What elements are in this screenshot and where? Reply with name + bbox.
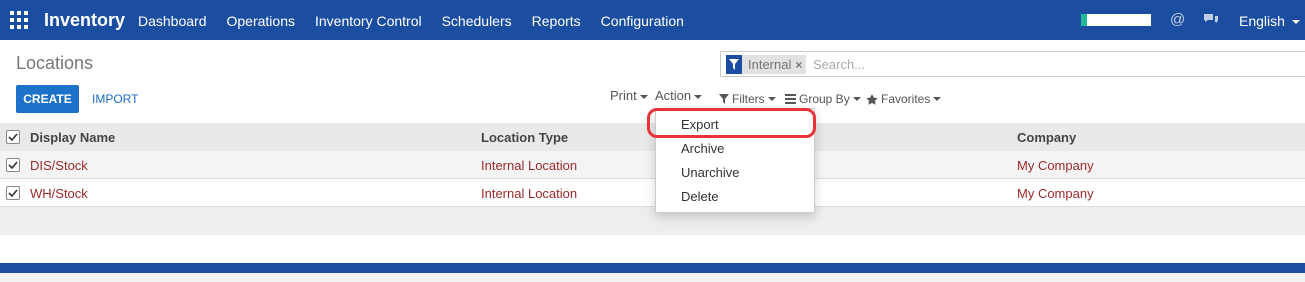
chevron-down-icon [639,94,648,99]
menu-item-delete[interactable]: Delete [681,189,719,204]
footer-strip [0,273,1305,282]
menu-item-operations[interactable]: Operations [227,13,295,29]
create-button[interactable]: CREATE [16,85,79,113]
facet-remove-icon[interactable]: × [795,58,806,72]
table-row[interactable]: DIS/Stock Internal Location My Company [0,151,1305,179]
filter-icon [719,94,729,104]
print-dropdown[interactable]: Print [610,88,648,103]
menu-item-archive[interactable]: Archive [681,141,724,156]
chevron-down-icon [852,97,861,101]
mention-icon[interactable]: @ [1170,11,1185,28]
groupby-dropdown[interactable]: Group By [785,92,861,106]
top-navbar: Inventory Dashboard Operations Inventory… [0,0,1305,40]
cell-display-name[interactable]: DIS/Stock [30,158,88,173]
app-brand[interactable]: Inventory [44,10,125,31]
cell-company[interactable]: My Company [1017,158,1094,173]
filter-icon [726,55,742,74]
menu-item-configuration[interactable]: Configuration [601,13,684,29]
filters-label: Filters [732,92,765,106]
table-empty-row [0,207,1305,235]
chevron-down-icon [1291,20,1300,25]
menu-item-schedulers[interactable]: Schedulers [442,13,512,29]
print-label: Print [610,88,637,103]
star-icon [866,93,878,105]
main-menu: Dashboard Operations Inventory Control S… [138,13,704,29]
select-all-checkbox[interactable] [6,130,20,144]
language-selector[interactable]: English [1239,13,1300,29]
chevron-down-icon [933,97,942,101]
groupby-label: Group By [799,92,850,106]
menu-item-dashboard[interactable]: Dashboard [138,13,207,29]
table-row[interactable]: WH/Stock Internal Location My Company [0,179,1305,207]
favorites-label: Favorites [881,92,931,106]
activity-indicator [1081,14,1151,26]
search-input[interactable] [813,55,1293,74]
search-facet[interactable]: Internal × [726,55,807,74]
cell-company[interactable]: My Company [1017,186,1094,201]
chevron-down-icon [767,97,776,101]
row-checkbox[interactable] [6,186,20,200]
favorites-dropdown[interactable]: Favorites [866,92,942,106]
action-label: Action [655,88,692,103]
menu-item-inventory-control[interactable]: Inventory Control [315,13,422,29]
chevron-down-icon [694,94,703,99]
menu-item-unarchive[interactable]: Unarchive [681,165,740,180]
cell-display-name[interactable]: WH/Stock [30,186,88,201]
search-bar[interactable]: Internal × [720,51,1305,77]
facet-label: Internal [748,57,792,72]
cell-location-type[interactable]: Internal Location [481,186,577,201]
cell-location-type[interactable]: Internal Location [481,158,577,173]
menu-item-reports[interactable]: Reports [532,13,581,29]
chat-icon[interactable] [1203,13,1219,25]
column-header-display-name[interactable]: Display Name [30,130,115,145]
column-header-company[interactable]: Company [1017,130,1076,145]
language-label: English [1239,13,1285,29]
apps-grid-icon[interactable] [10,11,28,29]
list-icon [785,94,796,104]
row-checkbox[interactable] [6,158,20,172]
filters-dropdown[interactable]: Filters [719,92,776,106]
footer-bar [0,263,1305,273]
action-dropdown[interactable]: Action [655,88,703,103]
export-highlight-annotation [647,108,816,138]
column-header-location-type[interactable]: Location Type [481,130,568,145]
page-title: Locations [16,53,94,73]
import-button[interactable]: IMPORT [92,92,138,106]
